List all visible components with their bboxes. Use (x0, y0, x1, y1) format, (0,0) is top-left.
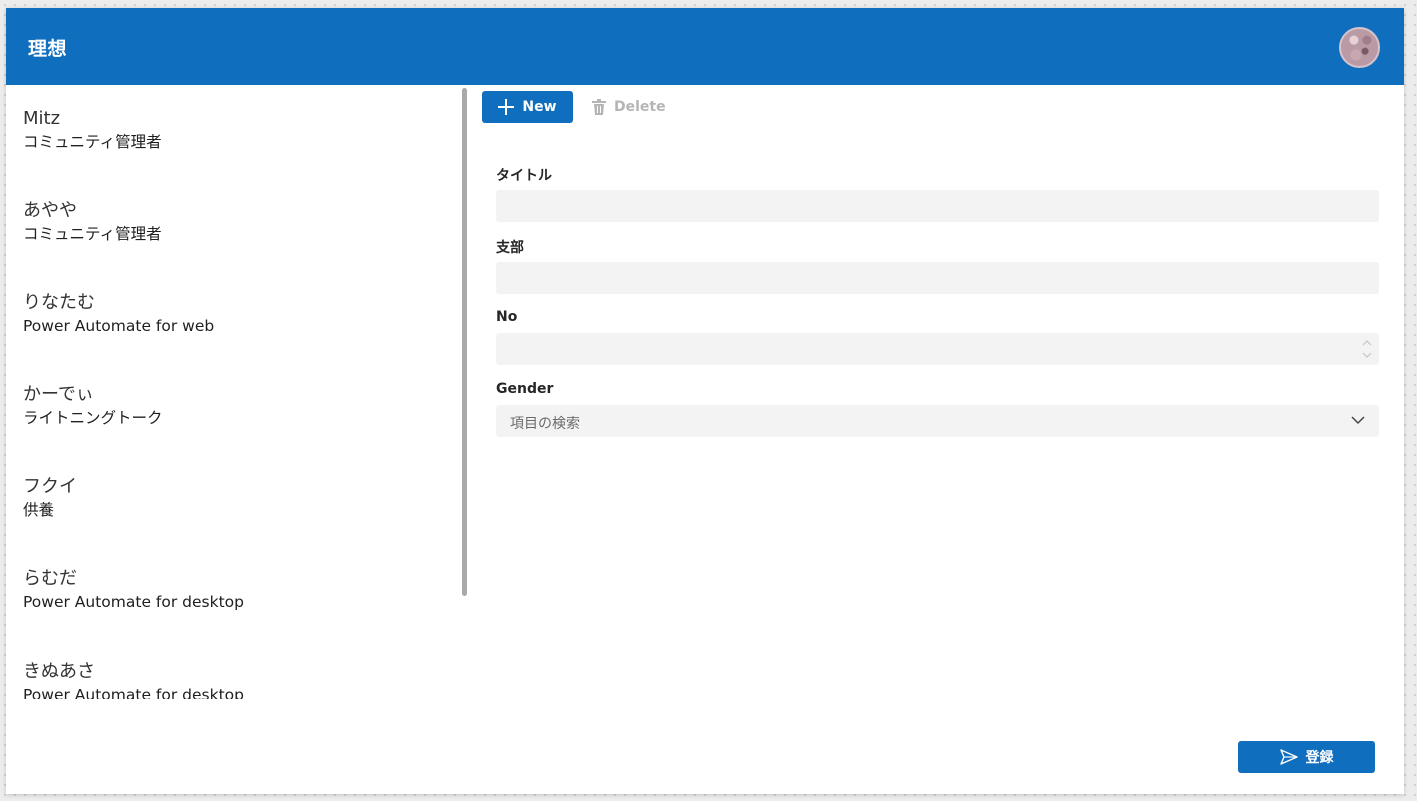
title-label: タイトル (496, 168, 552, 184)
gallery-item-name: りなたむ (23, 292, 95, 313)
branch-label: 支部 (496, 240, 524, 256)
submit-button-label: 登録 (1305, 750, 1334, 766)
app-title: 理想 (28, 38, 68, 60)
gallery-item[interactable]: かーでぃ ライトニングトーク (23, 384, 443, 464)
app-screen: 理想 Mitz コミュニティ管理者 あやや コミュニティ管理者 りなたむ Pow… (6, 8, 1404, 794)
new-button[interactable]: New (482, 91, 573, 123)
gender-label: Gender (496, 381, 554, 397)
gallery-item-name: かーでぃ (23, 384, 94, 405)
branch-input[interactable] (496, 262, 1379, 294)
gallery-item[interactable]: りなたむ Power Automate for web (23, 292, 443, 372)
submit-button[interactable]: 登録 (1238, 741, 1375, 773)
gallery-item-subtitle: コミュニティ管理者 (23, 133, 162, 151)
gallery-item[interactable]: きぬあさ Power Automate for desktop (23, 661, 443, 699)
new-button-label: New (522, 99, 557, 115)
gallery-scrollbar[interactable] (462, 88, 467, 596)
gender-dropdown-placeholder: 項目の検索 (510, 416, 580, 432)
gallery-item[interactable]: らむだ Power Automate for desktop (23, 568, 443, 648)
no-input[interactable] (496, 333, 1379, 365)
gallery-item[interactable]: あやや コミュニティ管理者 (23, 200, 443, 280)
gallery-item-name: フクイ (23, 476, 77, 497)
gallery-item[interactable]: Mitz コミュニティ管理者 (23, 108, 443, 188)
gallery-item-name: きぬあさ (23, 661, 95, 682)
delete-button[interactable]: Delete (592, 91, 672, 123)
delete-button-label: Delete (614, 99, 666, 115)
app-header: 理想 (6, 8, 1404, 85)
user-avatar-icon[interactable] (1339, 27, 1380, 68)
gallery-item-name: あやや (23, 200, 77, 221)
gallery-list: Mitz コミュニティ管理者 あやや コミュニティ管理者 りなたむ Power … (6, 85, 468, 699)
send-icon (1279, 749, 1298, 765)
chevron-down-icon (1351, 416, 1365, 425)
gallery-item-subtitle: コミュニティ管理者 (23, 225, 162, 243)
gallery-item-subtitle: Power Automate for web (23, 317, 215, 335)
title-input[interactable] (496, 190, 1379, 222)
plus-icon (498, 99, 515, 115)
number-spinner-icon[interactable] (1361, 337, 1373, 361)
trash-icon (592, 99, 606, 115)
no-label: No (496, 309, 518, 325)
gallery-item-subtitle: Power Automate for desktop (23, 686, 244, 699)
gallery-item-name: らむだ (23, 568, 77, 589)
gallery-item-name: Mitz (23, 108, 61, 129)
gallery-item-subtitle: 供養 (23, 501, 55, 519)
gallery-item-subtitle: ライトニングトーク (23, 409, 163, 427)
gallery-item[interactable]: フクイ 供養 (23, 476, 443, 556)
gallery-item-subtitle: Power Automate for desktop (23, 593, 244, 611)
gender-dropdown[interactable]: 項目の検索 (496, 405, 1379, 437)
